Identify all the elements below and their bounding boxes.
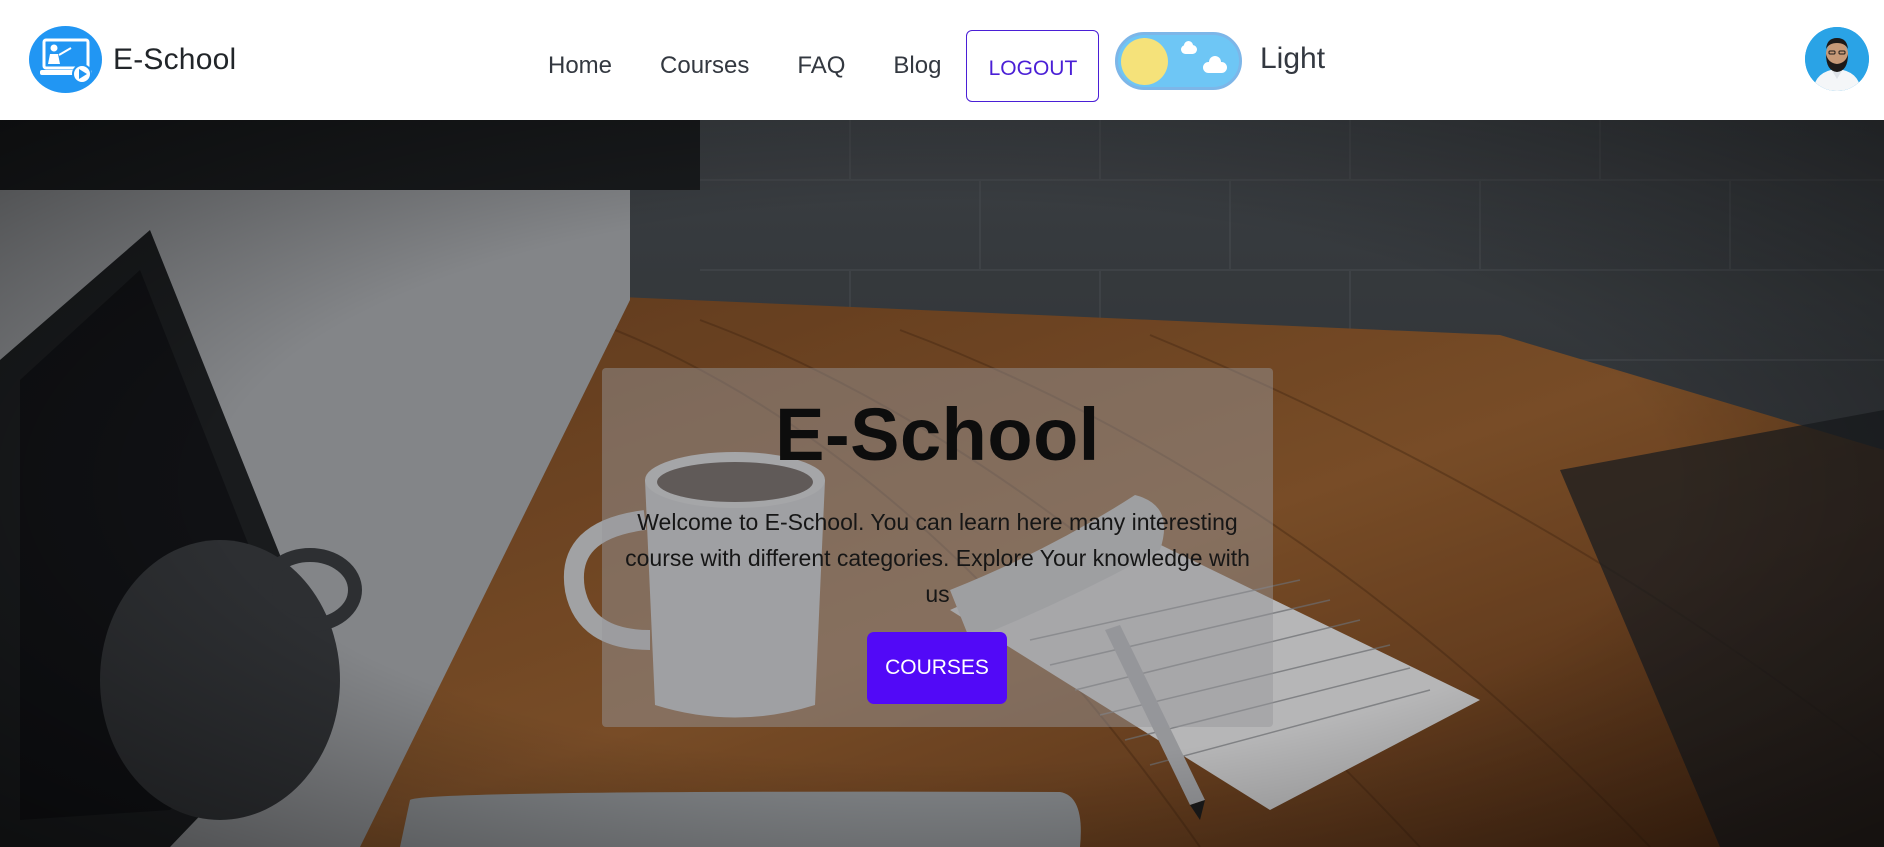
brand-name: E-School (113, 42, 237, 76)
main-nav: Home Courses FAQ Blog LOGOUT (524, 30, 1100, 102)
nav-link-courses[interactable]: Courses (636, 52, 773, 80)
hero-description: Welcome to E-School. You can learn here … (625, 509, 1250, 607)
navbar: E-School Home Courses FAQ Blog LOGOUT Li… (0, 0, 1884, 120)
hero-title: E-School (775, 393, 1100, 476)
theme-label: Light (1260, 42, 1326, 75)
nav-link-home[interactable]: Home (524, 52, 636, 80)
brand-link[interactable]: E-School (29, 26, 236, 93)
hero-card: E-School Welcome to E-School. You can le… (602, 368, 1273, 727)
user-avatar-icon[interactable] (1805, 27, 1869, 91)
courses-button[interactable]: COURSES (867, 632, 1007, 704)
theme-toggle[interactable] (1115, 32, 1242, 90)
teacher-screen-icon (29, 26, 102, 93)
nav-link-blog[interactable]: Blog (869, 52, 965, 80)
nav-link-faq[interactable]: FAQ (773, 52, 869, 80)
sun-icon (1121, 38, 1168, 85)
hero-section: E-School Welcome to E-School. You can le… (0, 120, 1884, 847)
logout-button[interactable]: LOGOUT (966, 30, 1100, 102)
